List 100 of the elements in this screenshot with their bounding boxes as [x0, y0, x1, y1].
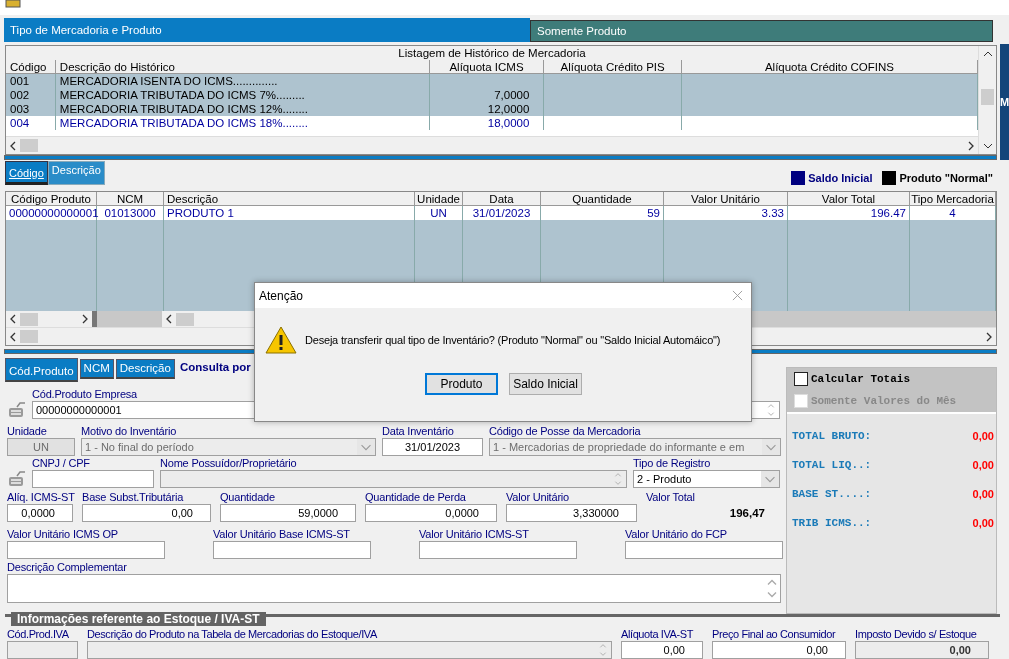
field-label: Código de Posse da Mercadoria	[489, 424, 641, 438]
table-cell: UN	[430, 207, 447, 219]
column-header[interactable]: Alíquota Crédito PIS	[544, 60, 682, 74]
lookup-icon[interactable]	[7, 401, 27, 419]
input-field[interactable]: 0,00	[712, 641, 846, 659]
close-icon[interactable]	[732, 290, 743, 301]
field-label: Cód.Prod.IVA	[7, 627, 69, 641]
checkbox[interactable]	[794, 372, 808, 386]
search-tab[interactable]: Descrição	[115, 359, 175, 379]
column-header[interactable]: Data	[463, 192, 541, 206]
total-label: TOTAL BRUTO:	[792, 430, 872, 442]
column-header[interactable]: Quantidade	[541, 192, 664, 206]
scroll-left-icon[interactable]	[10, 314, 16, 324]
table-cell: 196.47	[870, 207, 906, 219]
column-header[interactable]: Unidade	[415, 192, 463, 206]
scroll-right-icon[interactable]	[82, 314, 88, 324]
input-field[interactable]	[419, 541, 577, 559]
column-header[interactable]: Valor Total	[788, 192, 910, 206]
table-cell: 004	[10, 117, 30, 129]
splitter-handle[interactable]	[92, 311, 97, 327]
field-label: Preço Final ao Consumidor	[712, 627, 836, 641]
sort-tab[interactable]: Código	[5, 161, 48, 185]
table-cell: 00000000000001	[9, 207, 99, 219]
field-label: Base Subst.Tributária	[82, 490, 184, 504]
scroll-thumb[interactable]	[20, 330, 38, 343]
table-cell: PRODUTO 1	[167, 207, 234, 219]
column-header[interactable]: Código Produto	[6, 192, 97, 206]
scroll-up-icon[interactable]	[982, 51, 993, 57]
dialog-button[interactable]: Saldo Inicial	[509, 373, 582, 395]
column-header[interactable]: Valor Unitário	[664, 192, 788, 206]
input-field[interactable]	[625, 541, 783, 559]
total-label: BASE ST....:	[792, 488, 872, 500]
column-header[interactable]: Tipo Mercadoria	[910, 192, 996, 206]
scroll-down-icon[interactable]	[982, 143, 993, 149]
panel-tab[interactable]: Somente Produto	[530, 20, 993, 42]
horizontal-scrollbar[interactable]	[6, 311, 92, 327]
column-header[interactable]: Alíquota ICMS	[429, 60, 545, 74]
table-row[interactable]: 00000000000001 01013000 PRODUTO 1 UN 31/01/2023 59 3.33 196.47 4	[6, 206, 996, 220]
search-label: Consulta por	[179, 361, 251, 373]
scroll-thumb[interactable]	[20, 139, 38, 152]
input-field[interactable]	[32, 470, 154, 488]
table-cell: 3.33	[761, 207, 784, 219]
section-title: Informações referente ao Estoque / IVA-ST	[11, 612, 266, 626]
table-row[interactable]: 003 MERCADORIA TRIBUTADA DO ICMS 12%........ 12,0000	[6, 102, 978, 116]
scroll-left-icon[interactable]	[166, 314, 172, 324]
scroll-thumb[interactable]	[176, 312, 194, 326]
input-field[interactable]: 59,0000	[220, 504, 356, 522]
table-row[interactable]: 002 MERCADORIA TRIBUTADA DO ICMS 7%......... 7,0000	[6, 88, 978, 102]
column-header[interactable]: NCM	[97, 192, 164, 206]
table-row[interactable]: 001 MERCADORIA ISENTA DO ICMS..............	[6, 74, 978, 88]
table-cell: MERCADORIA ISENTA DO ICMS..............	[59, 75, 278, 87]
field-label: Descrição do Produto na Tabela de Mercadorias do Estoque/IVA	[87, 627, 377, 641]
total-label: TOTAL LIQ..:	[792, 459, 872, 471]
input-field[interactable]: 0,00	[82, 504, 211, 522]
total-value: 0,00	[972, 517, 994, 529]
field-label: Valor Unitário do FCP	[625, 527, 727, 541]
table-title: Listagem de Histórico de Mercadoria	[6, 46, 978, 60]
panel-tab[interactable]: Tipo de Mercadoria e Produto	[4, 18, 530, 42]
field-label: CNPJ / CPF	[32, 456, 90, 470]
total-value: 0,00	[972, 488, 994, 500]
total-value: 196,47	[729, 506, 765, 521]
total-label: TRIB ICMS..:	[792, 517, 872, 529]
search-tab[interactable]: Cód.Produto	[5, 358, 78, 382]
column-header[interactable]: Descrição	[164, 192, 415, 206]
table-cell: 7,0000	[494, 89, 530, 101]
field-label: Alíquota IVA-ST	[621, 627, 694, 641]
total-value: 0,00	[972, 459, 994, 471]
input-field[interactable]: 0,00	[621, 641, 703, 659]
horizontal-scrollbar[interactable]	[6, 136, 978, 154]
field-label: Unidade	[7, 424, 47, 438]
scroll-left-icon[interactable]	[10, 331, 16, 342]
dialog-button[interactable]: Produto	[425, 373, 498, 395]
search-tab[interactable]: NCM	[79, 359, 114, 379]
lookup-icon[interactable]	[7, 470, 27, 488]
field-label: Motivo do Inventário	[81, 424, 177, 438]
input-field[interactable]	[213, 541, 371, 559]
column-header[interactable]: Descrição do Histórico	[55, 60, 430, 74]
table-cell: MERCADORIA TRIBUTADA DO ICMS 12%........	[59, 103, 308, 115]
column-header[interactable]: Alíquota Crédito COFINS	[681, 60, 978, 74]
vertical-scrollbar[interactable]	[978, 46, 996, 154]
input-field[interactable]: 0,0000	[7, 504, 73, 522]
field-label: Valor Unitário	[506, 490, 570, 504]
scroll-thumb[interactable]	[981, 89, 994, 105]
field-label: Quantidade de Perda	[365, 490, 466, 504]
scroll-thumb[interactable]	[20, 312, 38, 326]
sort-tab[interactable]: Descrição	[47, 161, 105, 185]
input-field[interactable]: 31/01/2023	[382, 438, 483, 456]
field-label: Valor Unitário Base ICMS-ST	[213, 527, 350, 541]
text-area[interactable]	[7, 574, 781, 603]
column-header[interactable]: Código	[6, 60, 56, 74]
table-cell: MERCADORIA TRIBUTADA DO ICMS 18%........	[59, 117, 308, 129]
scroll-left-icon[interactable]	[10, 140, 16, 151]
input-field[interactable]: 0,0000	[365, 504, 497, 522]
field-label: Data Inventário	[382, 424, 454, 438]
input-field[interactable]	[7, 541, 165, 559]
scroll-right-icon[interactable]	[968, 140, 974, 151]
scroll-right-icon[interactable]	[986, 331, 992, 342]
input-field[interactable]: 3,330000	[506, 504, 637, 522]
combo-box[interactable]: 2 - Produto	[633, 470, 780, 488]
table-cell: 31/01/2023	[472, 207, 531, 219]
